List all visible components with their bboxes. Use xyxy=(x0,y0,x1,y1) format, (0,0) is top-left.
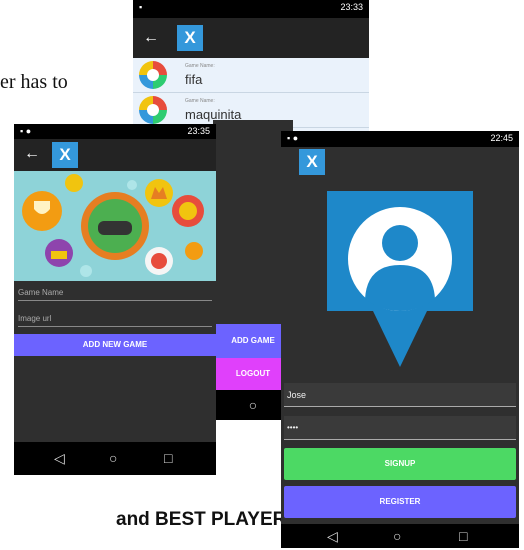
status-time: 23:35 xyxy=(187,126,210,136)
phone-add-game: ▪ ● 23:35 ← X Game Name Image url ADD NE… xyxy=(14,124,216,475)
xamarin-logo-icon: X xyxy=(299,149,325,175)
back-arrow-icon[interactable]: ← xyxy=(143,29,159,47)
status-icons-left: ▪ xyxy=(139,2,143,12)
game-illustration-svg xyxy=(22,174,204,277)
register-button[interactable]: REGISTER xyxy=(284,486,516,518)
password-input[interactable]: •••• xyxy=(284,416,516,440)
app-bar: ← X xyxy=(14,139,216,171)
list-item[interactable]: Game Name: fifa xyxy=(133,58,369,93)
status-icons-left: ▪ ● xyxy=(287,133,299,143)
document-text-bottom: and BEST PLAYER". xyxy=(116,509,301,530)
nav-back-icon[interactable]: ◁ xyxy=(54,450,65,467)
nav-home-icon[interactable]: ○ xyxy=(393,528,401,544)
user-avatar-icon xyxy=(327,191,473,367)
nav-home-icon[interactable]: ○ xyxy=(109,450,117,466)
status-icons-left: ▪ ● xyxy=(20,126,32,136)
status-time: 23:33 xyxy=(340,2,363,12)
document-text-top: er has to xyxy=(0,71,68,93)
game-name-label: Game Name: xyxy=(185,98,215,104)
game-name-label: Game Name: xyxy=(185,63,215,69)
status-bar: ▪ ● 23:35 xyxy=(14,124,216,139)
navigation-bar: ◁ ○ □ xyxy=(14,442,216,475)
phone-login: ▪ ● 22:45 X Jose •••• SIGNUP REGISTER ◁ … xyxy=(281,131,519,548)
app-bar: ← X xyxy=(133,18,369,58)
back-arrow-icon[interactable]: ← xyxy=(24,145,40,163)
phone-game-list: ▪ 23:33 ← X Game Name: fifa Game Name: m… xyxy=(133,0,369,132)
xamarin-logo-icon: X xyxy=(52,142,78,168)
status-bar: ▪ ● 22:45 xyxy=(281,131,519,147)
game-name-value: fifa xyxy=(185,72,203,87)
nav-back-icon[interactable]: ◁ xyxy=(327,528,338,545)
image-url-input[interactable]: Image url xyxy=(18,314,212,327)
add-new-game-button[interactable]: ADD NEW GAME xyxy=(14,334,216,356)
nav-recent-icon[interactable]: □ xyxy=(164,450,172,466)
navigation-bar: ◁ ○ □ xyxy=(281,524,519,548)
nav-recent-icon[interactable]: □ xyxy=(459,528,467,544)
status-time: 22:45 xyxy=(490,133,513,143)
status-bar: ▪ 23:33 xyxy=(133,0,369,18)
game-illustration xyxy=(14,171,216,281)
xamarin-logo-icon: X xyxy=(177,25,203,51)
username-input[interactable]: Jose xyxy=(284,383,516,407)
game-controller-icon xyxy=(139,61,167,89)
app-bar: X xyxy=(281,147,519,177)
signup-button[interactable]: SIGNUP xyxy=(284,448,516,480)
game-controller-icon xyxy=(98,221,132,235)
game-name-input[interactable]: Game Name xyxy=(18,288,212,301)
game-controller-icon xyxy=(139,96,167,124)
